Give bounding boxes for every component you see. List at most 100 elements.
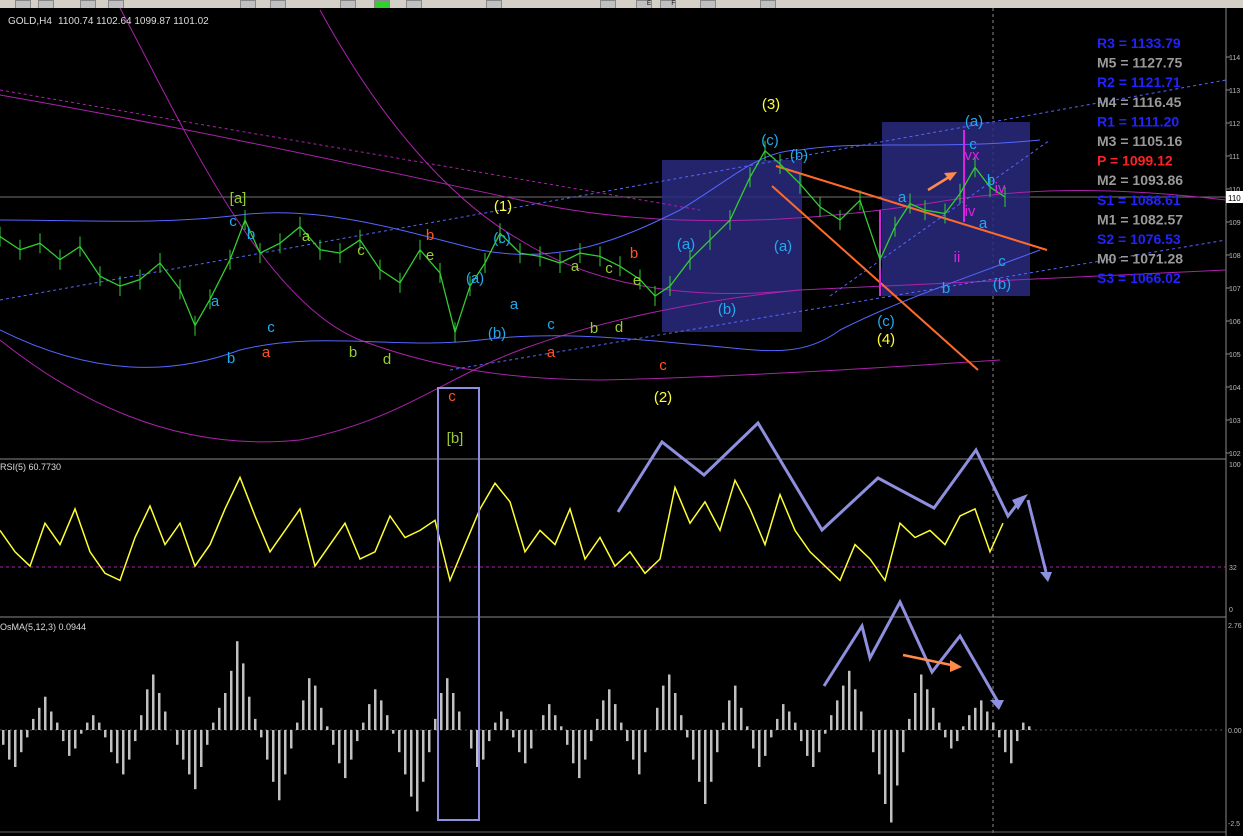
osma-bar xyxy=(356,730,359,742)
osma-bar xyxy=(308,678,311,730)
wave-box xyxy=(882,122,1030,296)
osma-bar xyxy=(332,730,335,745)
osma-bar xyxy=(1016,730,1019,742)
osma-bar xyxy=(200,730,203,767)
wave-label: b xyxy=(426,227,434,244)
osma-bar xyxy=(482,730,485,760)
osma-bar xyxy=(488,730,491,742)
osma-bar xyxy=(458,711,461,730)
osma-bar xyxy=(194,730,197,790)
wave-label: (c) xyxy=(877,313,895,330)
osma-bar xyxy=(74,730,77,749)
pivot-label: M5 = 1127.75 xyxy=(1097,55,1182,71)
osma-bar xyxy=(224,693,227,730)
rsi-title: RSI(5) 60.7730 xyxy=(0,462,61,472)
osma-bar xyxy=(62,730,65,742)
osma-bar xyxy=(566,730,569,745)
wave-label: (4) xyxy=(877,331,895,348)
osma-bar xyxy=(416,730,419,812)
osma-bar xyxy=(608,689,611,730)
osma-bar xyxy=(854,689,857,730)
osma-bar xyxy=(362,722,365,730)
osma-bar xyxy=(716,730,719,753)
osma-bar xyxy=(758,730,761,767)
price-tick-label: 106 xyxy=(1229,319,1241,326)
osma-bar xyxy=(422,730,425,782)
wave-label: (b) xyxy=(488,325,506,342)
osma-bar xyxy=(938,722,941,730)
osma-bar xyxy=(410,730,413,797)
wave-label: a xyxy=(898,189,907,206)
wave-label: b xyxy=(630,245,638,262)
osma-bar xyxy=(248,696,251,730)
wave-label: (c) xyxy=(761,132,779,149)
osma-bar xyxy=(1028,726,1031,730)
chart-background xyxy=(0,8,1243,836)
wave-label: c xyxy=(267,319,275,336)
osma-bar xyxy=(740,707,743,730)
osma-bar xyxy=(1022,722,1025,730)
osma-bar xyxy=(518,730,521,753)
osma-bar xyxy=(998,730,1001,738)
pivot-label: S2 = 1076.53 xyxy=(1097,231,1181,247)
price-tick-label: 104 xyxy=(1229,385,1241,392)
osma-bar xyxy=(656,707,659,730)
price-tick-label: 111 xyxy=(1229,154,1240,161)
osma-bar xyxy=(254,718,257,730)
osma-bar xyxy=(908,718,911,730)
osma-bar xyxy=(56,722,59,730)
osma-bar xyxy=(290,730,293,749)
osma-bar xyxy=(836,700,839,730)
osma-bar xyxy=(686,730,689,738)
wave-label: b xyxy=(227,350,235,367)
osma-bar xyxy=(344,730,347,779)
osma-bar xyxy=(302,700,305,730)
osma-bar xyxy=(206,730,209,745)
osma-bar xyxy=(230,670,233,730)
osma-bar xyxy=(128,730,131,760)
rsi-tick-label: 100 xyxy=(1229,462,1241,469)
osma-bar xyxy=(314,685,317,730)
osma-bar xyxy=(296,722,299,730)
osma-bar xyxy=(452,693,455,730)
osma-bar xyxy=(1010,730,1013,764)
osma-bar xyxy=(116,730,119,764)
osma-bar xyxy=(890,730,893,823)
osma-bar xyxy=(974,707,977,730)
osma-bar xyxy=(260,730,263,738)
osma-bar xyxy=(620,722,623,730)
osma-bar xyxy=(512,730,515,738)
osma-bar xyxy=(8,730,11,760)
wave-label: e xyxy=(633,272,641,289)
osma-bar xyxy=(140,715,143,730)
rsi-tick-label: 0 xyxy=(1229,607,1233,614)
pivot-label: M3 = 1105.16 xyxy=(1097,133,1182,149)
price-tick-label: 112 xyxy=(1229,121,1240,128)
osma-bar xyxy=(392,730,395,734)
osma-bar xyxy=(662,685,665,730)
wave-label: c xyxy=(547,316,555,333)
osma-bar xyxy=(920,674,923,730)
wave-label: (a) xyxy=(466,270,484,287)
pivot-label: M1 = 1082.57 xyxy=(1097,211,1183,227)
osma-bar xyxy=(680,715,683,730)
osma-bar xyxy=(176,730,179,745)
osma-bar xyxy=(818,730,821,753)
osma-bar xyxy=(872,730,875,753)
osma-bar xyxy=(506,718,509,730)
osma-bar xyxy=(878,730,881,775)
osma-bar xyxy=(50,711,53,730)
osma-bar xyxy=(788,711,791,730)
osma-bar xyxy=(446,678,449,730)
osma-bar xyxy=(626,730,629,742)
osma-bar xyxy=(986,711,989,730)
pivot-label: M4 = 1116.45 xyxy=(1097,94,1182,110)
wave-label: c xyxy=(448,388,456,405)
osma-bar xyxy=(902,730,905,753)
pivot-label: S1 = 1088.61 xyxy=(1097,192,1181,208)
osma-bar xyxy=(2,730,5,745)
osma-bar xyxy=(602,700,605,730)
osma-bar xyxy=(746,726,749,730)
osma-bar xyxy=(776,718,779,730)
chart-canvas[interactable]: 114113112111110109108107106105104103102 … xyxy=(0,0,1243,836)
